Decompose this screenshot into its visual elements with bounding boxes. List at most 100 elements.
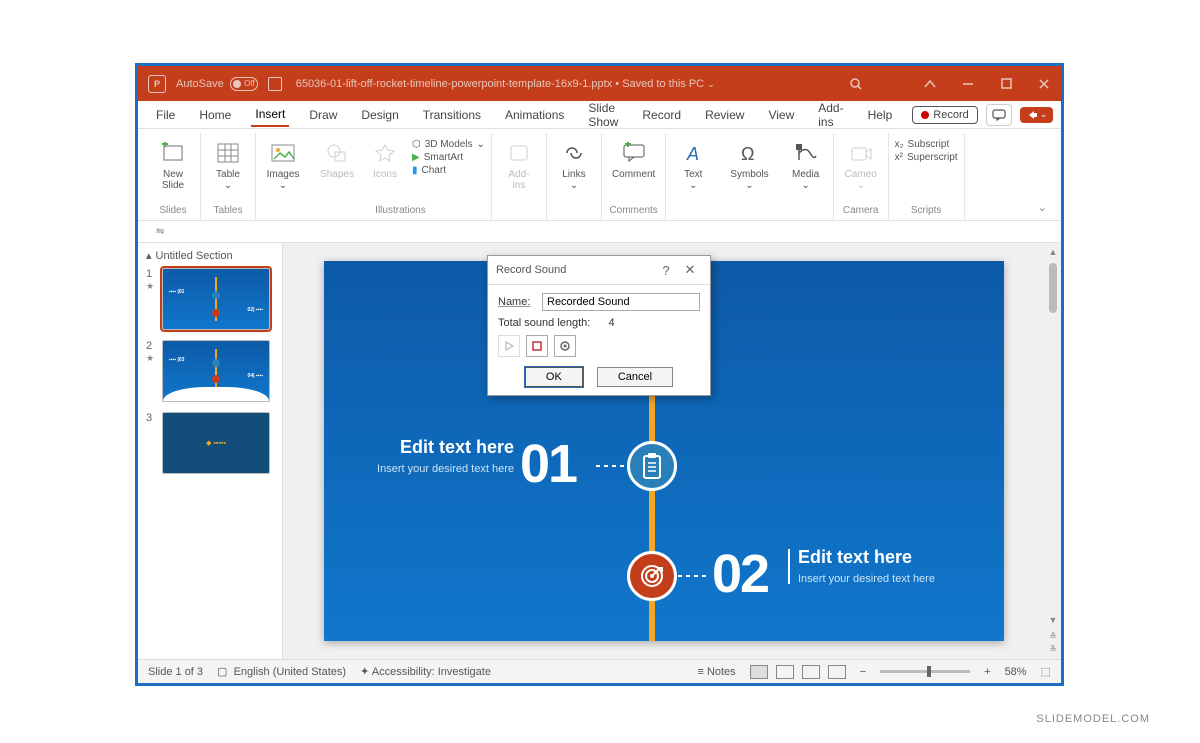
ribbon-group-tables: Table⌄ Tables <box>201 133 256 220</box>
dialog-title: Record Sound <box>496 264 654 276</box>
slide-thumbnails-panel: ▴Untitled Section 1★ ▪▪▪▪ |01 02| ▪▪▪▪ 2… <box>138 243 283 659</box>
dialog-help-button[interactable]: ? <box>654 263 678 278</box>
slide-thumbnail-1[interactable]: ▪▪▪▪ |01 02| ▪▪▪▪ <box>162 268 270 330</box>
images-icon <box>269 139 297 167</box>
toggle-switch[interactable]: Off <box>230 77 258 91</box>
comment-button[interactable]: Comment <box>608 137 659 182</box>
record-button[interactable] <box>554 335 576 357</box>
tab-help[interactable]: Help <box>864 104 897 126</box>
tab-addins[interactable]: Add-ins <box>814 97 847 133</box>
tab-file[interactable]: File <box>152 104 179 126</box>
3d-models-button[interactable]: ⬡ 3D Models ⌄ <box>412 139 485 150</box>
vertical-scrollbar[interactable]: ▲ ▼ ≙ ≚ <box>1045 243 1061 659</box>
main-area: ▴Untitled Section 1★ ▪▪▪▪ |01 02| ▪▪▪▪ 2… <box>138 243 1061 659</box>
links-button[interactable]: Links⌄ <box>553 137 595 193</box>
illustrations-stack: ⬡ 3D Models ⌄ ▶ SmartArt ▮ Chart <box>412 137 485 176</box>
search-icon[interactable] <box>849 77 863 91</box>
tab-home[interactable]: Home <box>195 104 235 126</box>
dialog-close-button[interactable]: ✕ <box>678 262 702 278</box>
accessibility-indicator[interactable]: ✦ Accessibility: Investigate <box>360 665 491 678</box>
play-button[interactable] <box>498 335 520 357</box>
document-title[interactable]: 65036-01-lift-off-rocket-timeline-powerp… <box>296 78 715 90</box>
ribbon: New Slide Slides Table⌄ Tables Images⌄ <box>138 129 1061 221</box>
tab-design[interactable]: Design <box>357 104 402 126</box>
zoom-out-button[interactable]: − <box>860 666 866 678</box>
share-button[interactable]: ⌄ <box>1020 107 1054 123</box>
scroll-up-arrow-icon[interactable]: ▲ <box>1049 247 1058 257</box>
media-button[interactable]: Media⌄ <box>785 137 827 193</box>
name-input[interactable] <box>542 293 700 311</box>
zoom-level[interactable]: 58% <box>1005 666 1027 678</box>
prev-slide-icon[interactable]: ≙ <box>1049 631 1057 642</box>
tab-draw[interactable]: Draw <box>305 104 341 126</box>
length-value: 4 <box>608 317 614 329</box>
zoom-slider[interactable] <box>880 670 970 673</box>
link-icon <box>560 139 588 167</box>
slideshow-view-button[interactable] <box>828 665 846 679</box>
subscript-icon: x₂ <box>895 139 904 150</box>
stop-button[interactable] <box>526 335 548 357</box>
tab-slideshow[interactable]: Slide Show <box>584 97 622 133</box>
symbols-button[interactable]: Ω Symbols⌄ <box>726 137 772 193</box>
scrollbar-thumb[interactable] <box>1049 263 1057 313</box>
dialog-titlebar[interactable]: Record Sound ? ✕ <box>488 256 710 285</box>
icons-button[interactable]: Icons <box>364 137 406 182</box>
new-slide-button[interactable]: New Slide <box>152 137 194 193</box>
text-icon: A <box>679 139 707 167</box>
cancel-button[interactable]: Cancel <box>597 367 673 387</box>
ribbon-mode-icon[interactable] <box>923 77 937 91</box>
name-label: Name: <box>498 296 536 308</box>
chart-button[interactable]: ▮ Chart <box>412 165 485 176</box>
smartart-button[interactable]: ▶ SmartArt <box>412 152 485 163</box>
normal-view-button[interactable] <box>750 665 768 679</box>
ribbon-collapse-button[interactable]: ⌄ <box>965 133 1053 220</box>
record-button[interactable]: Record <box>912 106 977 124</box>
reading-view-button[interactable] <box>802 665 820 679</box>
powerpoint-icon: P <box>148 75 166 93</box>
close-button[interactable] <box>1037 77 1051 91</box>
maximize-button[interactable] <box>999 77 1013 91</box>
fit-window-button[interactable]: ⬚ <box>1041 665 1051 678</box>
subscript-button[interactable]: x₂ Subscript <box>895 139 958 150</box>
window-controls <box>923 77 1051 91</box>
shapes-button[interactable]: Shapes <box>316 137 358 182</box>
chart-icon: ▮ <box>412 165 418 176</box>
section-header[interactable]: ▴Untitled Section <box>146 249 274 262</box>
comments-pane-button[interactable] <box>986 104 1012 126</box>
animation-star-icon: ★ <box>146 281 154 291</box>
tab-animations[interactable]: Animations <box>501 104 568 126</box>
scroll-down-arrow-icon[interactable]: ▼ <box>1049 615 1058 625</box>
next-slide-icon[interactable]: ≚ <box>1049 644 1057 655</box>
svg-text:A: A <box>686 144 699 164</box>
superscript-button[interactable]: x² Superscript <box>895 152 958 163</box>
record-dot-icon <box>921 111 929 119</box>
notes-button[interactable]: ≡ Notes <box>697 666 735 678</box>
slide-thumbnail-3[interactable]: ◆ ▪▪▪▪▪ <box>162 412 270 474</box>
connector-dash <box>678 575 708 577</box>
table-button[interactable]: Table⌄ <box>207 137 249 193</box>
cameo-button[interactable]: Cameo⌄ <box>840 137 882 193</box>
ribbon-group-addins: Add- ins <box>492 133 547 220</box>
save-icon[interactable] <box>268 77 282 91</box>
step-number-1: 01 <box>520 433 576 495</box>
autosave-toggle[interactable]: AutoSave Off <box>176 77 258 91</box>
text-button[interactable]: A Text⌄ <box>672 137 714 193</box>
zoom-in-button[interactable]: + <box>984 666 990 678</box>
tab-review[interactable]: Review <box>701 104 748 126</box>
slide-counter[interactable]: Slide 1 of 3 <box>148 666 203 678</box>
minimize-button[interactable] <box>961 77 975 91</box>
tab-insert[interactable]: Insert <box>251 103 289 127</box>
sorter-view-button[interactable] <box>776 665 794 679</box>
ok-button[interactable]: OK <box>525 367 583 387</box>
slide-thumbnail-2[interactable]: ▪▪▪▪ |03 04| ▪▪▪▪ <box>162 340 270 402</box>
text-block-2: Edit text here Insert your desired text … <box>798 547 958 586</box>
addins-button[interactable]: Add- ins <box>498 137 540 193</box>
images-button[interactable]: Images⌄ <box>262 137 304 193</box>
tab-view[interactable]: View <box>764 104 798 126</box>
tab-transitions[interactable]: Transitions <box>419 104 485 126</box>
statusbar: Slide 1 of 3 ▢ English (United States) ✦… <box>138 659 1061 683</box>
cube-icon: ⬡ <box>412 139 421 150</box>
tab-record[interactable]: Record <box>638 104 685 126</box>
qat-overflow-icon[interactable]: ⇋ <box>156 226 164 237</box>
language-indicator[interactable]: ▢ English (United States) <box>217 665 346 678</box>
